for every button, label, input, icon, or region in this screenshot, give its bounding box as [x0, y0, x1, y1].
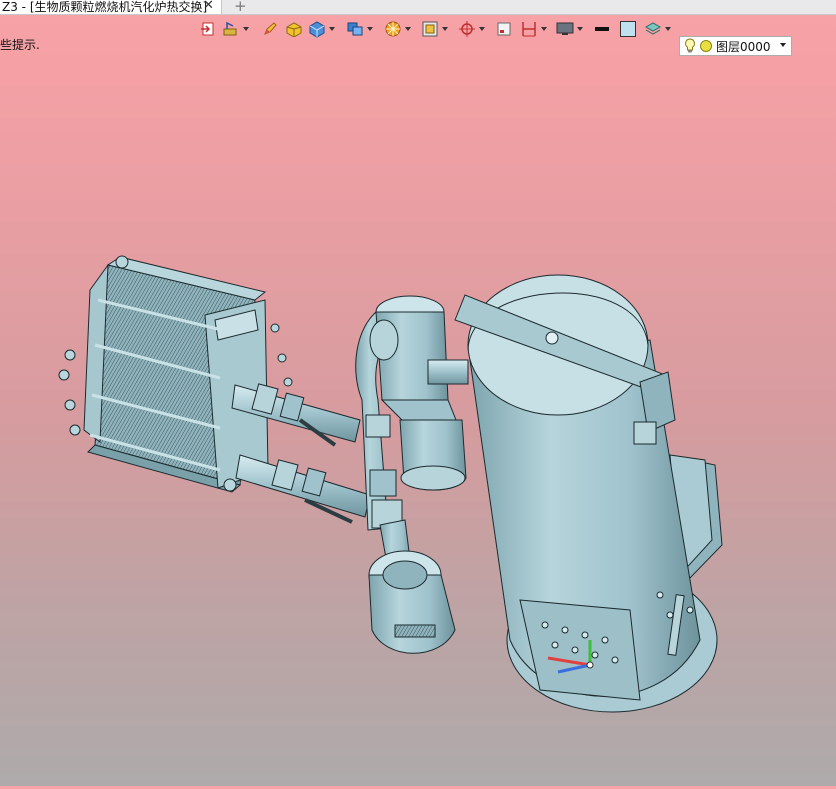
render-options-icon[interactable]: [384, 19, 411, 39]
fill-color-swatch-icon[interactable]: [619, 19, 637, 39]
document-tab[interactable]: Z3 - [生物质颗粒燃烧机汽化炉热交换] ✕: [0, 0, 222, 14]
exit-sketch-icon[interactable]: [200, 19, 216, 39]
plate-heat-exchanger[interactable]: [58, 255, 293, 493]
chevron-down-icon[interactable]: [780, 43, 786, 47]
snap-point-icon[interactable]: [458, 19, 485, 39]
display-mode-icon[interactable]: [346, 19, 373, 39]
cube-view-icon[interactable]: [308, 19, 335, 39]
burner-unit[interactable]: [368, 550, 456, 654]
layer-stack-icon[interactable]: [644, 19, 671, 39]
3d-viewport[interactable]: [0, 50, 836, 786]
tab-bar: Z3 - [生物质颗粒燃烧机汽化炉热交换] ✕ +: [0, 0, 836, 15]
cyclone-separator[interactable]: [369, 295, 469, 491]
dimension-icon[interactable]: [520, 19, 547, 39]
layer-filter-icon[interactable]: [421, 19, 448, 39]
pencil-icon[interactable]: [262, 19, 278, 39]
line-color-swatch-icon[interactable]: [594, 19, 610, 39]
sketch-tools-icon[interactable]: [222, 19, 249, 39]
document-tab-title: Z3 - [生物质颗粒燃烧机汽化炉热交换]: [2, 0, 208, 14]
new-tab-icon[interactable]: +: [234, 0, 247, 14]
frame-icon[interactable]: [496, 19, 512, 39]
cad-model-scene: [58, 255, 723, 713]
monitor-icon[interactable]: [556, 19, 583, 39]
solid-color-icon[interactable]: [285, 19, 303, 39]
view-toolbar: 图层0000: [0, 17, 836, 56]
close-tab-icon[interactable]: ✕: [203, 0, 214, 13]
